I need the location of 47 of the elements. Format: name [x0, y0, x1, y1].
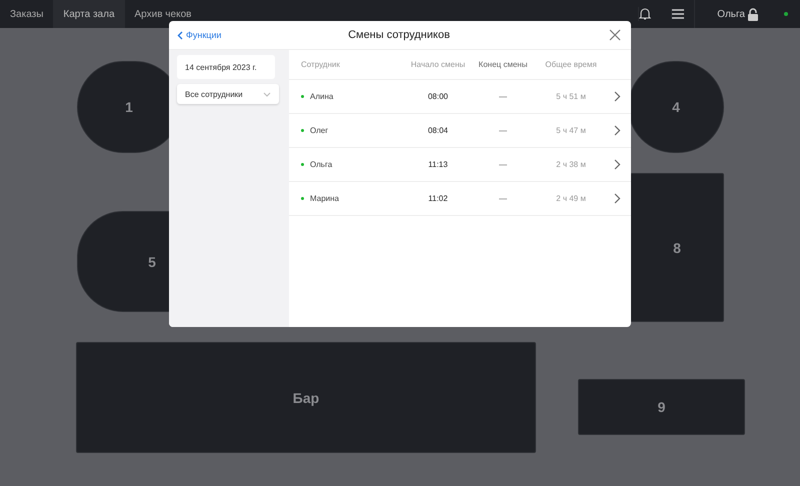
employee-dropdown[interactable]: Все сотрудники: [177, 84, 279, 104]
lock-icon: [748, 8, 758, 20]
bell-icon[interactable]: [638, 7, 652, 21]
total-time: 2 ч 38 м: [555, 160, 587, 169]
total-time: 5 ч 51 м: [555, 92, 587, 101]
start-time: 08:00: [426, 92, 450, 101]
nav-tab[interactable]: Архив чеков: [124, 0, 202, 28]
chevron-right-icon: [614, 91, 621, 102]
employee-name: Ольга: [310, 160, 332, 169]
total-time: 5 ч 47 м: [555, 126, 587, 135]
table-shape[interactable]: Бар: [76, 342, 536, 453]
back-link[interactable]: Функции: [177, 30, 222, 40]
date-field[interactable]: 14 сентября 2023 г.: [177, 55, 275, 79]
user-button[interactable]: Ольга: [694, 0, 780, 28]
nav-tab[interactable]: Заказы: [0, 0, 54, 28]
chevron-right-icon: [614, 125, 621, 136]
chevron-down-icon: [263, 92, 271, 96]
nav-tab[interactable]: Карта зала: [53, 0, 125, 28]
employee-row[interactable]: Алина 08:00 — 5 ч 51 м: [289, 80, 631, 114]
employee-name: Алина: [310, 92, 334, 101]
employee-row[interactable]: Ольга 11:13 — 2 ч 38 м: [289, 148, 631, 182]
start-time: 11:13: [427, 160, 449, 169]
column-header: Общее время: [544, 60, 598, 69]
status-dot-icon: [784, 12, 788, 16]
column-header: Конец смены: [478, 60, 528, 69]
table-shape[interactable]: 9: [578, 379, 745, 435]
start-time: 08:04: [426, 126, 450, 135]
close-icon[interactable]: [609, 29, 621, 41]
employee-name: Марина: [310, 194, 339, 203]
chevron-right-icon: [614, 193, 621, 204]
end-time: —: [498, 92, 508, 101]
column-header: Начало смены: [410, 60, 466, 69]
end-time: —: [498, 194, 508, 203]
end-time: —: [498, 126, 508, 135]
chevron-right-icon: [614, 159, 621, 170]
table-shape[interactable]: 4: [628, 61, 724, 153]
chevron-left-icon: [177, 30, 183, 40]
column-header: Сотрудник: [301, 60, 341, 69]
menu-icon[interactable]: [671, 9, 684, 19]
employee-row[interactable]: Олег 08:04 — 5 ч 47 м: [289, 114, 631, 148]
employee-row[interactable]: Марина 11:02 — 2 ч 49 м: [289, 182, 631, 216]
start-time: 11:02: [427, 194, 449, 203]
employee-name: Олег: [310, 126, 328, 135]
total-time: 2 ч 49 м: [555, 194, 587, 203]
end-time: —: [498, 160, 508, 169]
table-shape[interactable]: 8: [630, 173, 724, 322]
dialog-title: Смены сотрудников: [348, 29, 450, 41]
